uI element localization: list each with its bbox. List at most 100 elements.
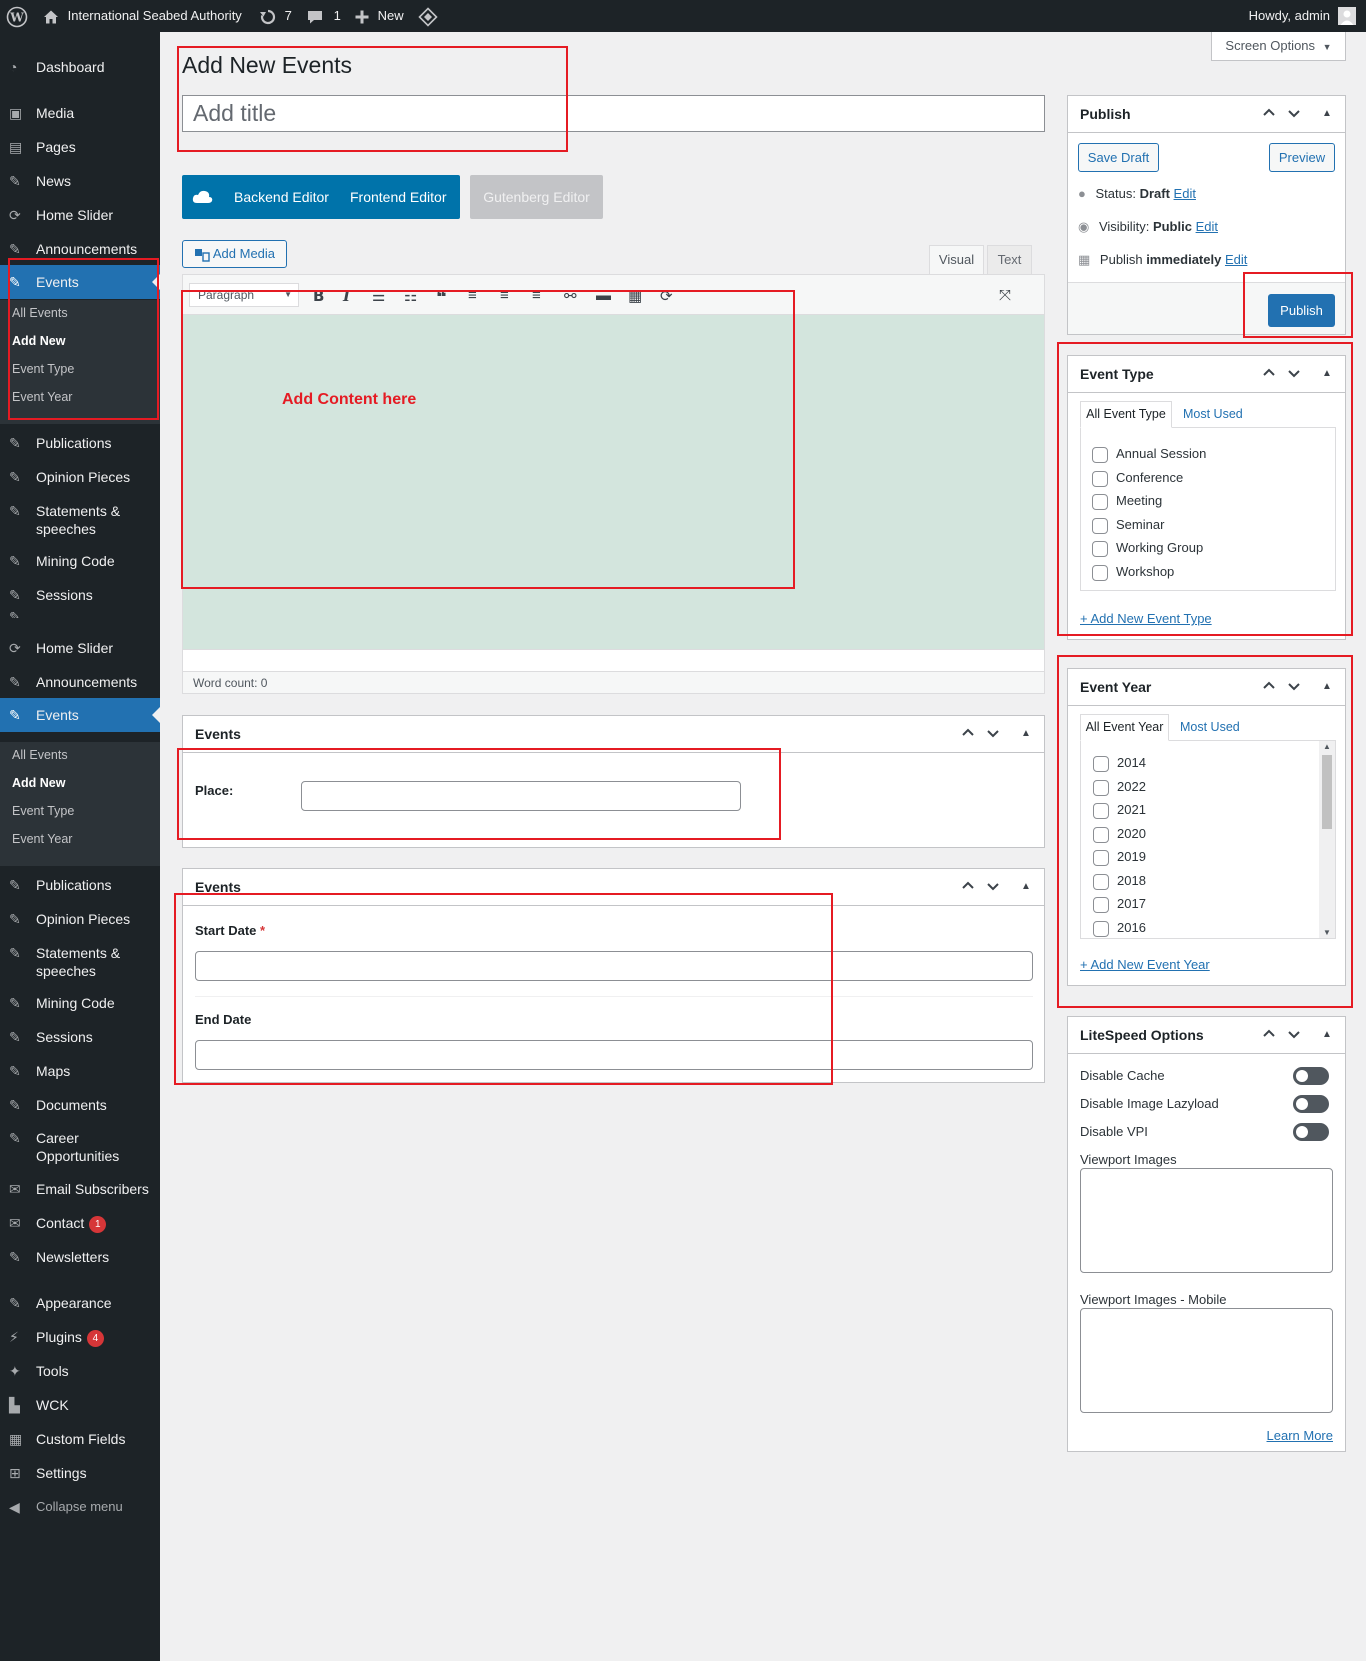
preview-button[interactable]: Preview xyxy=(1269,143,1335,172)
event-year-checklist[interactable]: 2014 2022 2021 2020 2019 2018 2017 2016 ▲ ▼ xyxy=(1080,740,1336,939)
sidebar-item-home-slider[interactable]: ⟳ Home Slider xyxy=(0,631,160,665)
frontend-editor-button[interactable]: Frontend Editor xyxy=(350,189,447,205)
submenu-add-new[interactable]: Add New xyxy=(12,334,65,348)
learn-more-link[interactable]: Learn More xyxy=(1267,1428,1333,1443)
toggle-panel-icon[interactable]: ▲ xyxy=(1322,681,1332,692)
checkbox[interactable] xyxy=(1093,826,1109,843)
sidebar-item-statements-and-speeches[interactable]: ✎ Statements & speeches xyxy=(0,936,160,984)
chevron-up-icon[interactable] xyxy=(961,879,975,896)
checkbox[interactable] xyxy=(1092,470,1108,487)
editor-content-area[interactable] xyxy=(183,315,1044,649)
screen-options-button[interactable]: Screen Options ▼ xyxy=(1211,32,1346,61)
chevron-down-icon[interactable] xyxy=(1287,106,1301,123)
italic-icon[interactable]: I xyxy=(343,287,350,305)
checkbox[interactable] xyxy=(1093,850,1109,866)
updates-link[interactable]: 7 xyxy=(259,0,292,32)
viewport-mobile-textarea[interactable] xyxy=(1080,1308,1333,1413)
sidebar-item-mining-code[interactable]: ✎ Mining Code xyxy=(0,544,160,578)
disable-lazyload-toggle[interactable] xyxy=(1293,1095,1329,1113)
status-edit-link[interactable]: Edit xyxy=(1174,186,1196,201)
disable-cache-toggle[interactable] xyxy=(1293,1067,1329,1085)
bullet-list-icon[interactable]: ☰ xyxy=(372,287,385,305)
sidebar-item-custom-fields[interactable]: ▦ Custom Fields xyxy=(0,1422,160,1456)
sidebar-item-opinion-pieces[interactable]: ✎ Opinion Pieces xyxy=(0,460,160,494)
viewport-images-textarea[interactable] xyxy=(1080,1168,1333,1273)
format-select[interactable]: Paragraph ▼ xyxy=(189,283,299,307)
numbered-list-icon[interactable]: ☷ xyxy=(404,287,417,305)
comments-link[interactable]: 1 xyxy=(306,0,341,32)
checkbox[interactable] xyxy=(1093,803,1109,819)
submenu-all-events[interactable]: All Events xyxy=(12,748,68,762)
save-draft-button[interactable]: Save Draft xyxy=(1078,143,1159,172)
checkbox[interactable] xyxy=(1092,517,1108,534)
chevron-up-icon[interactable] xyxy=(1262,679,1276,696)
submenu-event-year[interactable]: Event Year xyxy=(12,390,72,404)
title-input[interactable]: Add title xyxy=(182,95,1045,132)
sidebar-item-home-slider[interactable]: ⟳ Home Slider xyxy=(0,198,160,232)
place-input[interactable] xyxy=(301,781,741,811)
end-date-input[interactable] xyxy=(195,1040,1033,1070)
chevron-down-icon[interactable] xyxy=(1287,366,1301,383)
sidebar-item-email-subscribers[interactable]: ✉ Email Subscribers xyxy=(0,1172,160,1206)
tab-visual[interactable]: Visual xyxy=(929,245,984,274)
toggle-panel-icon[interactable]: ▲ xyxy=(1021,881,1031,892)
bold-icon[interactable]: B xyxy=(313,287,324,305)
start-date-input[interactable] xyxy=(195,951,1033,981)
avatar[interactable] xyxy=(1338,7,1356,25)
submenu-event-year[interactable]: Event Year xyxy=(12,832,72,846)
refresh-icon[interactable]: ⟳ xyxy=(660,287,673,305)
toggle-panel-icon[interactable]: ▲ xyxy=(1322,1029,1332,1040)
fullscreen-icon[interactable]: ⤧ xyxy=(999,287,1011,304)
sidebar-item-wck[interactable]: ▙ WCK xyxy=(0,1388,160,1422)
sidebar-item-statements-and-speeches[interactable]: ✎ Statements & speeches xyxy=(0,494,160,542)
chevron-down-icon[interactable] xyxy=(986,726,1000,743)
sidebar-item-dashboard[interactable]: ◔ Dashboard xyxy=(0,50,160,84)
checkbox[interactable] xyxy=(1092,541,1108,557)
sidebar-item-publications[interactable]: ✎ Publications xyxy=(0,868,160,902)
chevron-up-icon[interactable] xyxy=(1262,1027,1276,1044)
checkbox[interactable] xyxy=(1093,897,1109,913)
toggle-panel-icon[interactable]: ▲ xyxy=(1322,368,1332,379)
chevron-up-icon[interactable] xyxy=(1262,366,1276,383)
scroll-up-icon[interactable]: ▲ xyxy=(1323,742,1331,751)
new-content-link[interactable]: New xyxy=(354,0,404,32)
sidebar-item-publications[interactable]: ✎ Publications xyxy=(0,426,160,460)
tab-most-used[interactable]: Most Used xyxy=(1183,407,1243,421)
howdy-user[interactable]: Howdy, admin xyxy=(1249,0,1330,32)
submenu-all-events[interactable]: All Events xyxy=(12,306,68,320)
submenu-add-new[interactable]: Add New xyxy=(12,776,65,790)
chevron-down-icon[interactable] xyxy=(1287,1027,1301,1044)
sidebar-item-announcements[interactable]: ✎ Announcements xyxy=(0,665,160,699)
checkbox[interactable] xyxy=(1093,873,1109,890)
chevron-up-icon[interactable] xyxy=(1262,106,1276,123)
toggle-panel-icon[interactable]: ▲ xyxy=(1021,728,1031,739)
sidebar-item-media[interactable]: ▣ Media xyxy=(0,96,160,130)
tab-all-event-type[interactable]: All Event Type xyxy=(1080,401,1172,428)
sidebar-item-collapse-menu[interactable]: ◀ Collapse menu xyxy=(0,1490,160,1524)
checkbox[interactable] xyxy=(1092,564,1108,581)
publish-button[interactable]: Publish xyxy=(1268,294,1335,327)
gutenberg-editor-button[interactable]: Gutenberg Editor xyxy=(470,175,603,219)
align-right-icon[interactable]: ≡ xyxy=(532,287,541,304)
toggle-panel-icon[interactable]: ▲ xyxy=(1322,108,1332,119)
checkbox[interactable] xyxy=(1093,920,1109,937)
sidebar-item-events[interactable]: ✎ Events xyxy=(0,698,160,732)
sidebar-item-mining-code[interactable]: ✎ Mining Code xyxy=(0,986,160,1020)
sidebar-item-documents[interactable]: ✎ Documents xyxy=(0,1088,160,1122)
sidebar-item-sessions[interactable]: ✎ Sessions xyxy=(0,578,160,612)
blockquote-icon[interactable]: ❝ xyxy=(436,287,447,308)
scroll-down-icon[interactable]: ▼ xyxy=(1323,928,1331,937)
checkbox[interactable] xyxy=(1093,779,1109,796)
link-icon[interactable]: ⚯ xyxy=(564,287,577,305)
diamond-plugin-icon[interactable] xyxy=(418,0,438,32)
sidebar-item-opinion-pieces[interactable]: ✎ Opinion Pieces xyxy=(0,902,160,936)
sidebar-item-plugins[interactable]: ⚡ Plugins 4 xyxy=(0,1320,160,1354)
sidebar-item-news[interactable]: ✎ News xyxy=(0,164,160,198)
submenu-event-type[interactable]: Event Type xyxy=(12,804,74,818)
checkbox[interactable] xyxy=(1092,494,1108,510)
publish-date-edit-link[interactable]: Edit xyxy=(1225,252,1247,267)
sidebar-item-settings[interactable]: ⊞ Settings xyxy=(0,1456,160,1490)
checkbox[interactable] xyxy=(1093,756,1109,772)
backend-editor-button[interactable]: Backend Editor xyxy=(234,189,329,205)
add-new-event-year-link[interactable]: + Add New Event Year xyxy=(1080,957,1210,972)
